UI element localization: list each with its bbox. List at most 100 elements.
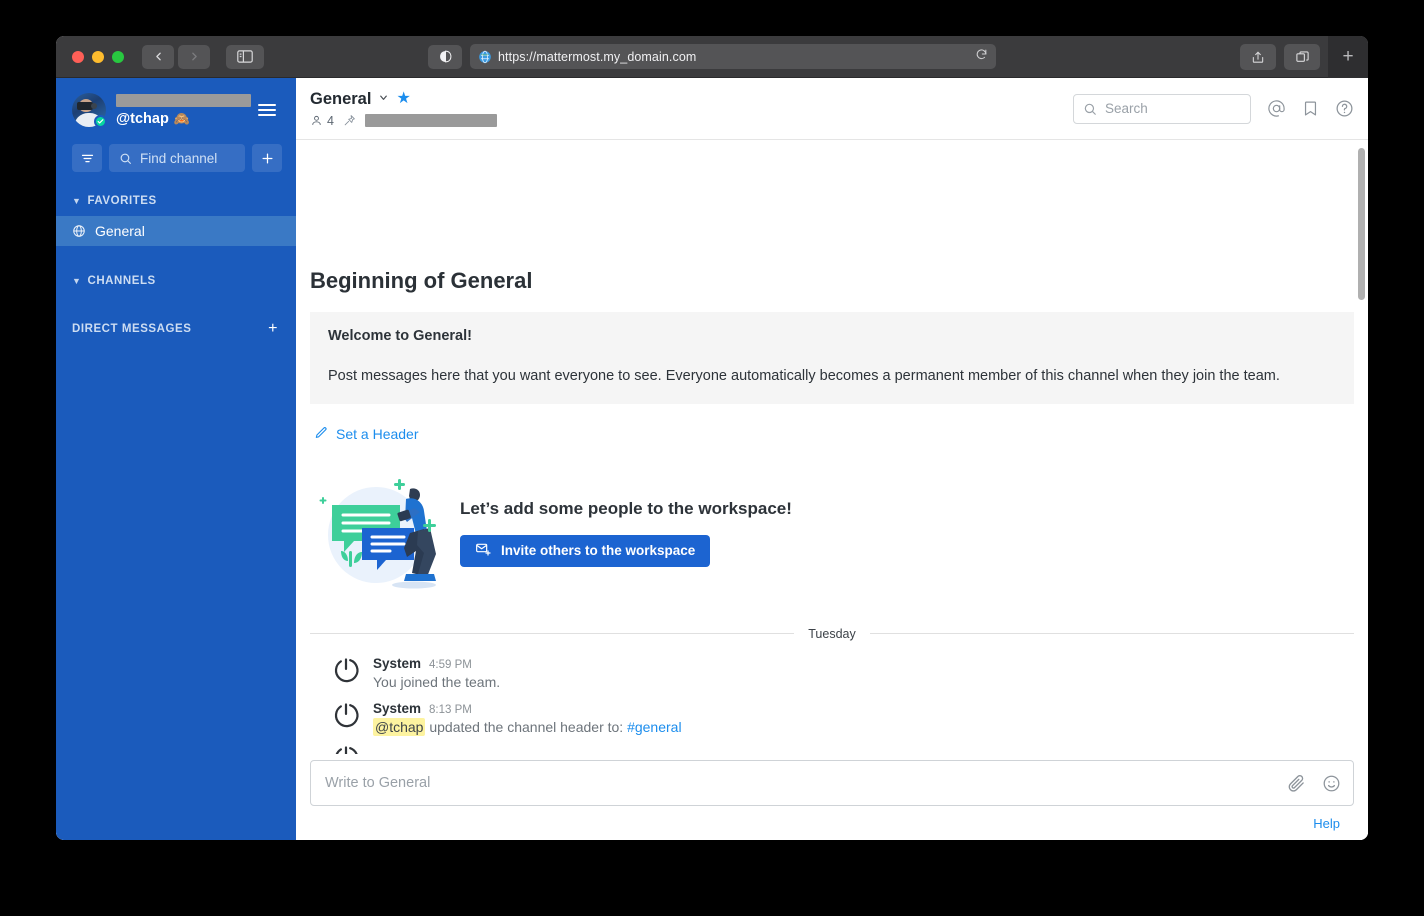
emoji-picker-icon[interactable] [1322, 774, 1341, 793]
channel-title[interactable]: General [310, 90, 371, 109]
star-icon[interactable]: ★ [396, 91, 410, 107]
maximize-window-button[interactable] [112, 50, 124, 63]
sidebar-category-label: CHANNELS [87, 275, 156, 287]
sidebar: @tchap 🙈 Find channel ▼ FAVORITES Genera… [56, 78, 296, 840]
sidebar-category-label: FAVORITES [87, 195, 157, 207]
message-text: You joined the team. [373, 673, 1354, 693]
message-scroll-area: Beginning of General Welcome to General!… [296, 140, 1368, 754]
date-separator-label: Tuesday [808, 626, 856, 641]
message-body: System 8:13 PM @tchap updated the channe… [373, 701, 1354, 738]
channel-find-row: Find channel [56, 144, 296, 172]
sidebar-toggle-icon[interactable] [226, 44, 264, 69]
tab-overview-icon[interactable] [1284, 44, 1320, 70]
channel-header-actions: Search [1073, 93, 1354, 124]
message-author: System [373, 701, 422, 717]
address-bar-url: https://mattermost.my_domain.com [498, 49, 697, 64]
invite-heading: Let’s add some people to the workspace! [460, 498, 792, 518]
attach-file-icon[interactable] [1287, 774, 1306, 793]
team-meta: @tchap 🙈 [116, 93, 251, 127]
add-channel-icon[interactable] [252, 144, 282, 172]
date-separator: Tuesday [310, 626, 1355, 641]
channel-header-text-redacted [364, 114, 497, 127]
pin-icon[interactable] [343, 114, 356, 127]
search-placeholder: Search [1105, 101, 1148, 116]
channel-header: General ★ 4 Search [296, 78, 1368, 140]
sidebar-category-favorites[interactable]: ▼ FAVORITES [56, 188, 296, 214]
message-input[interactable]: Write to General [310, 760, 1354, 806]
close-window-button[interactable] [72, 50, 84, 63]
invite-copy: Let’s add some people to the workspace! … [460, 499, 792, 567]
message-timestamp: 8:13 PM [429, 704, 472, 717]
address-bar[interactable]: https://mattermost.my_domain.com [470, 44, 996, 69]
sidebar-item-general[interactable]: General [56, 216, 296, 246]
globe-favicon-icon [479, 50, 491, 63]
set-header-link[interactable]: Set a Header [314, 426, 1354, 443]
message-list: Beginning of General Welcome to General!… [296, 268, 1368, 754]
mentions-icon[interactable] [1267, 99, 1286, 118]
favorites-channel-list: General [56, 216, 296, 246]
message-row: System 4:59 PM You joined the team. [310, 651, 1354, 697]
find-channel-placeholder: Find channel [140, 150, 218, 166]
system-avatar-icon [332, 701, 360, 729]
chevron-down-icon[interactable] [378, 92, 389, 106]
team-header[interactable]: @tchap 🙈 [56, 78, 296, 142]
message-head: System 8:13 PM [373, 701, 1354, 716]
sidebar-category-direct-messages[interactable]: DIRECT MESSAGES + [56, 316, 296, 342]
composer-placeholder: Write to General [325, 775, 431, 791]
member-count[interactable]: 4 [310, 114, 334, 128]
browser-titlebar: https://mattermost.my_domain.com + [56, 36, 1368, 78]
find-channel-input[interactable]: Find channel [109, 144, 245, 172]
main-menu-icon[interactable] [252, 98, 282, 122]
browser-right-controls: + [1240, 36, 1368, 78]
system-avatar-icon [332, 744, 360, 754]
team-name-redacted [116, 93, 251, 107]
reload-icon[interactable] [975, 48, 988, 66]
search-input[interactable]: Search [1073, 93, 1251, 124]
chevron-down-icon: ▼ [72, 275, 82, 286]
reader-view-icon[interactable] [428, 44, 462, 69]
username-label: @tchap [116, 110, 169, 127]
status-online-icon [94, 115, 107, 128]
invite-envelope-icon [475, 541, 491, 560]
members-icon [312, 115, 321, 125]
message-head: System 4:59 PM [373, 656, 1354, 671]
channel-welcome-card: Welcome to General! Post messages here t… [310, 311, 1354, 404]
channel-filter-icon[interactable] [72, 144, 102, 172]
sidebar-category-channels[interactable]: ▼ CHANNELS [56, 268, 296, 294]
add-direct-message-icon[interactable]: + [268, 320, 280, 338]
forward-button[interactable] [178, 44, 210, 69]
address-bar-group: https://mattermost.my_domain.com [428, 44, 996, 69]
search-icon [1084, 103, 1096, 115]
channel-subheader: 4 [310, 114, 1073, 128]
message-text-prefix: You joined the team. [373, 673, 501, 690]
invite-others-button[interactable]: Invite others to the workspace [460, 534, 711, 567]
help-icon[interactable] [1335, 99, 1354, 118]
invite-people-section: Let’s add some people to the workspace! … [314, 473, 1354, 593]
globe-icon [72, 224, 86, 238]
minimize-window-button[interactable] [92, 50, 104, 63]
user-status-emoji-icon[interactable]: 🙈 [174, 112, 190, 125]
mattermost-app: @tchap 🙈 Find channel ▼ FAVORITES Genera… [56, 78, 1368, 840]
avatar[interactable] [72, 93, 107, 128]
set-header-label: Set a Header [336, 426, 419, 443]
message-author: System [373, 655, 422, 671]
mention-highlight[interactable]: @tchap [373, 718, 426, 737]
channel-link[interactable]: #general [627, 719, 682, 735]
message-scrollbar[interactable] [1358, 148, 1365, 300]
message-row: System 8:13 PM @tchap updated the channe… [310, 696, 1354, 742]
share-icon[interactable] [1240, 44, 1276, 70]
main-column: General ★ 4 Search Beginning of General … [296, 78, 1368, 840]
new-tab-button[interactable]: + [1328, 36, 1368, 78]
username-row: @tchap 🙈 [116, 111, 242, 127]
chevron-down-icon: ▼ [72, 195, 82, 206]
search-icon [120, 153, 131, 164]
message-text: @tchap updated the channel header to: #g… [373, 718, 1354, 738]
saved-posts-icon[interactable] [1302, 100, 1319, 117]
member-count-value: 4 [327, 113, 334, 128]
message-timestamp: 4:59 PM [429, 658, 472, 671]
channel-intro-title: Beginning of General [310, 267, 533, 293]
sidebar-category-label: DIRECT MESSAGES [72, 323, 192, 335]
help-link[interactable]: Help [1313, 816, 1340, 831]
back-button[interactable] [142, 44, 174, 69]
message-body: System 4:59 PM You joined the team. [373, 656, 1354, 693]
